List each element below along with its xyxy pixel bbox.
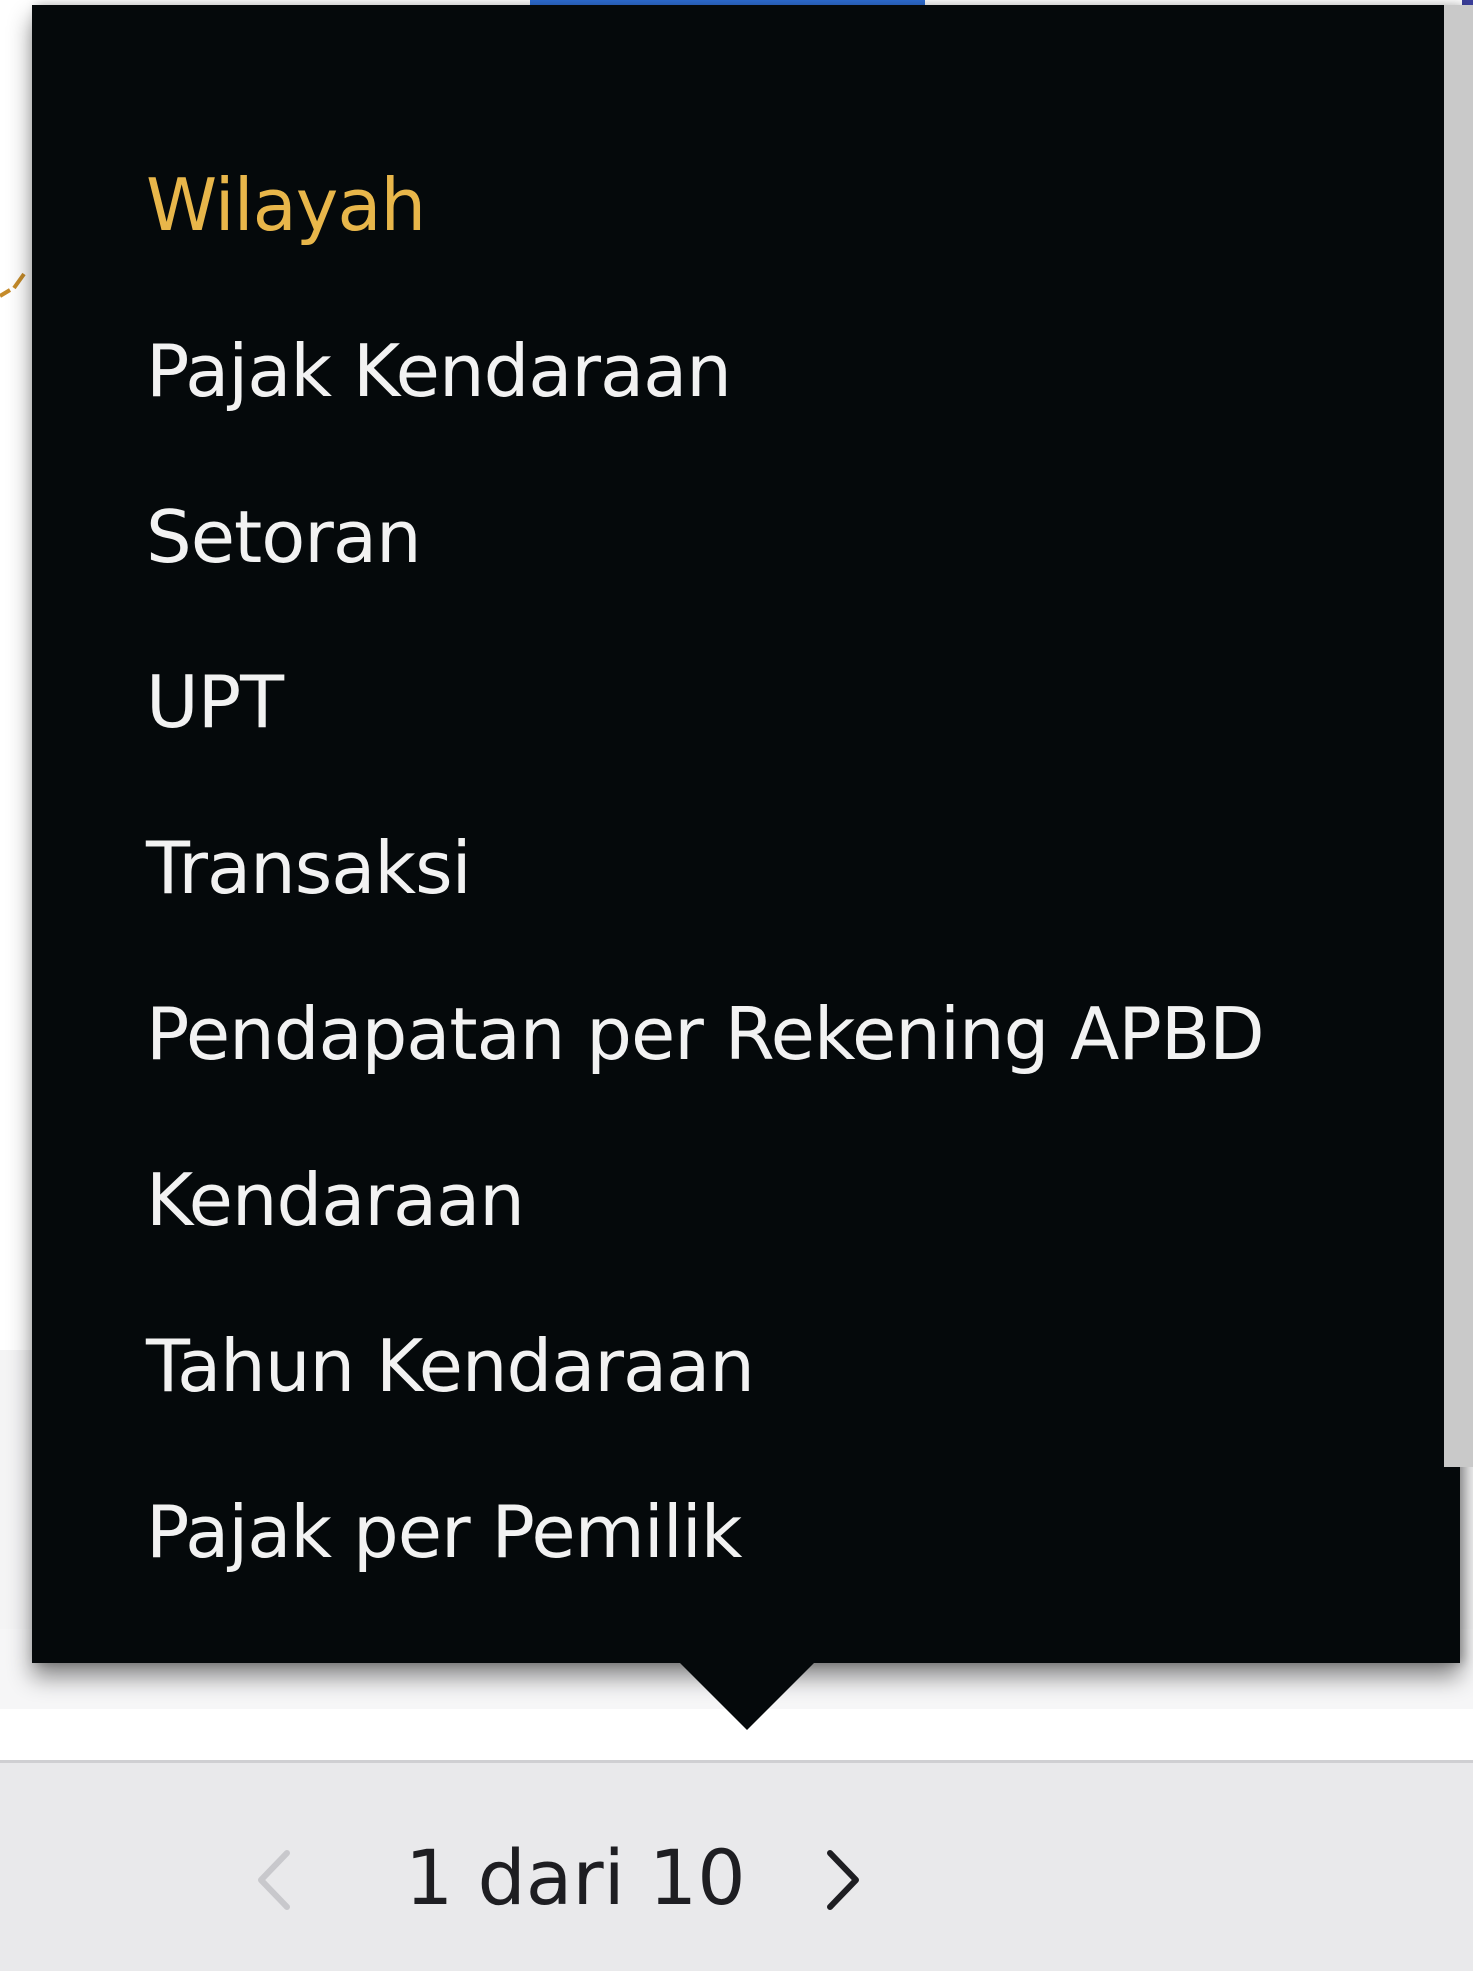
page-list-menu: Wilayah Pajak Kendaraan Setoran UPT Tran… [32, 5, 1412, 1663]
menu-scrollbar[interactable] [1444, 5, 1473, 1467]
chevron-left-icon [258, 1850, 290, 1910]
menu-item-pendapatan-per-rekening-apbd[interactable]: Pendapatan per Rekening APBD [146, 979, 1265, 1089]
menu-item-tahun-kendaraan[interactable]: Tahun Kendaraan [146, 1311, 755, 1421]
background-chart-line-fragment [0, 272, 26, 298]
menu-item-transaksi[interactable]: Transaksi [146, 813, 472, 923]
page-list-popup: Wilayah Pajak Kendaraan Setoran UPT Tran… [32, 5, 1473, 1663]
page-indicator: 1 dari 10 [405, 1833, 746, 1922]
next-page-button[interactable] [812, 1845, 872, 1915]
chevron-right-icon [827, 1850, 859, 1910]
menu-item-upt[interactable]: UPT [146, 647, 284, 757]
menu-item-setoran[interactable]: Setoran [146, 482, 422, 592]
menu-item-kendaraan[interactable]: Kendaraan [146, 1145, 525, 1255]
menu-item-pajak-per-pemilik[interactable]: Pajak per Pemilik [146, 1477, 742, 1587]
menu-item-pajak-kendaraan[interactable]: Pajak Kendaraan [146, 316, 732, 426]
page-navigator: 1 dari 10 [0, 1763, 1473, 1971]
menu-item-wilayah[interactable]: Wilayah [146, 150, 426, 260]
previous-page-button[interactable] [245, 1845, 305, 1915]
popup-pointer [677, 1660, 817, 1730]
